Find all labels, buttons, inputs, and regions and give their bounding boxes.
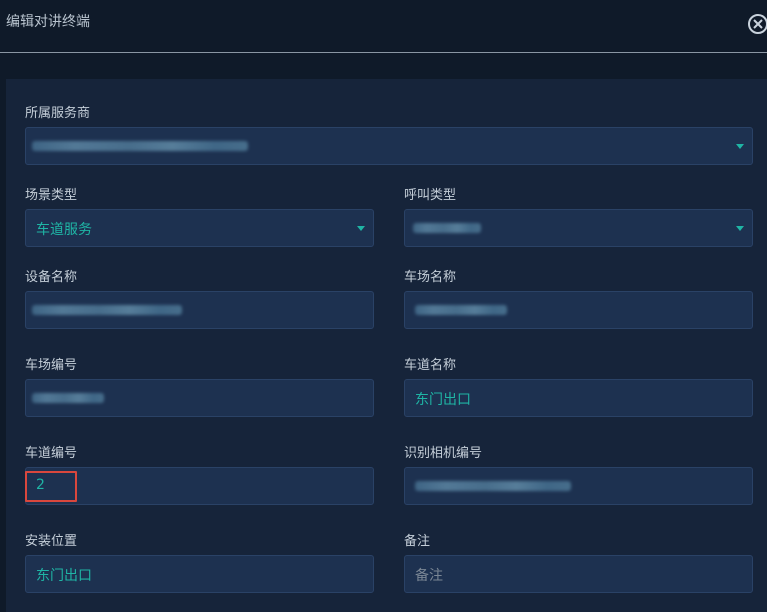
device-name-label: 设备名称 <box>25 270 78 285</box>
redacted-value <box>32 393 104 403</box>
lane-code-input[interactable]: 2 <box>25 467 374 505</box>
camera-code-label: 识别相机编号 <box>404 446 483 461</box>
parking-lot-code-input[interactable] <box>25 379 374 417</box>
parking-lot-code-label: 车场编号 <box>25 358 78 373</box>
caret-down-icon <box>357 226 365 231</box>
camera-code-input[interactable] <box>404 467 753 505</box>
lane-name-label: 车道名称 <box>404 358 457 373</box>
install-location-label: 安装位置 <box>25 534 78 549</box>
call-type-select[interactable] <box>404 209 753 247</box>
redacted-value <box>32 305 182 315</box>
provider-label: 所属服务商 <box>25 106 91 121</box>
highlight-box <box>25 471 77 502</box>
remark-placeholder: 备注 <box>415 568 443 584</box>
parking-lot-name-input[interactable] <box>404 291 753 329</box>
lane-name-value: 东门出口 <box>415 392 471 408</box>
redacted-value <box>415 481 571 491</box>
install-location-input[interactable]: 东门出口 <box>25 555 374 593</box>
device-name-input[interactable] <box>25 291 374 329</box>
remark-input[interactable]: 备注 <box>404 555 753 593</box>
dialog-title: 编辑对讲终端 <box>6 14 90 30</box>
caret-down-icon <box>736 226 744 231</box>
scene-type-value: 车道服务 <box>36 222 92 238</box>
close-icon[interactable] <box>748 14 767 34</box>
provider-select[interactable] <box>25 127 753 165</box>
redacted-value <box>415 305 507 315</box>
caret-down-icon <box>736 144 744 149</box>
install-location-value: 东门出口 <box>36 568 92 584</box>
parking-lot-name-label: 车场名称 <box>404 270 457 285</box>
remark-label: 备注 <box>404 534 431 549</box>
dialog-header: 编辑对讲终端 <box>0 0 767 53</box>
redacted-value <box>413 223 481 233</box>
redacted-value <box>32 141 248 151</box>
scene-type-label: 场景类型 <box>25 188 78 203</box>
close-x-glyph <box>753 19 763 29</box>
call-type-label: 呼叫类型 <box>404 188 457 203</box>
lane-name-input[interactable]: 东门出口 <box>404 379 753 417</box>
lane-code-label: 车道编号 <box>25 446 78 461</box>
scene-type-select[interactable]: 车道服务 <box>25 209 374 247</box>
